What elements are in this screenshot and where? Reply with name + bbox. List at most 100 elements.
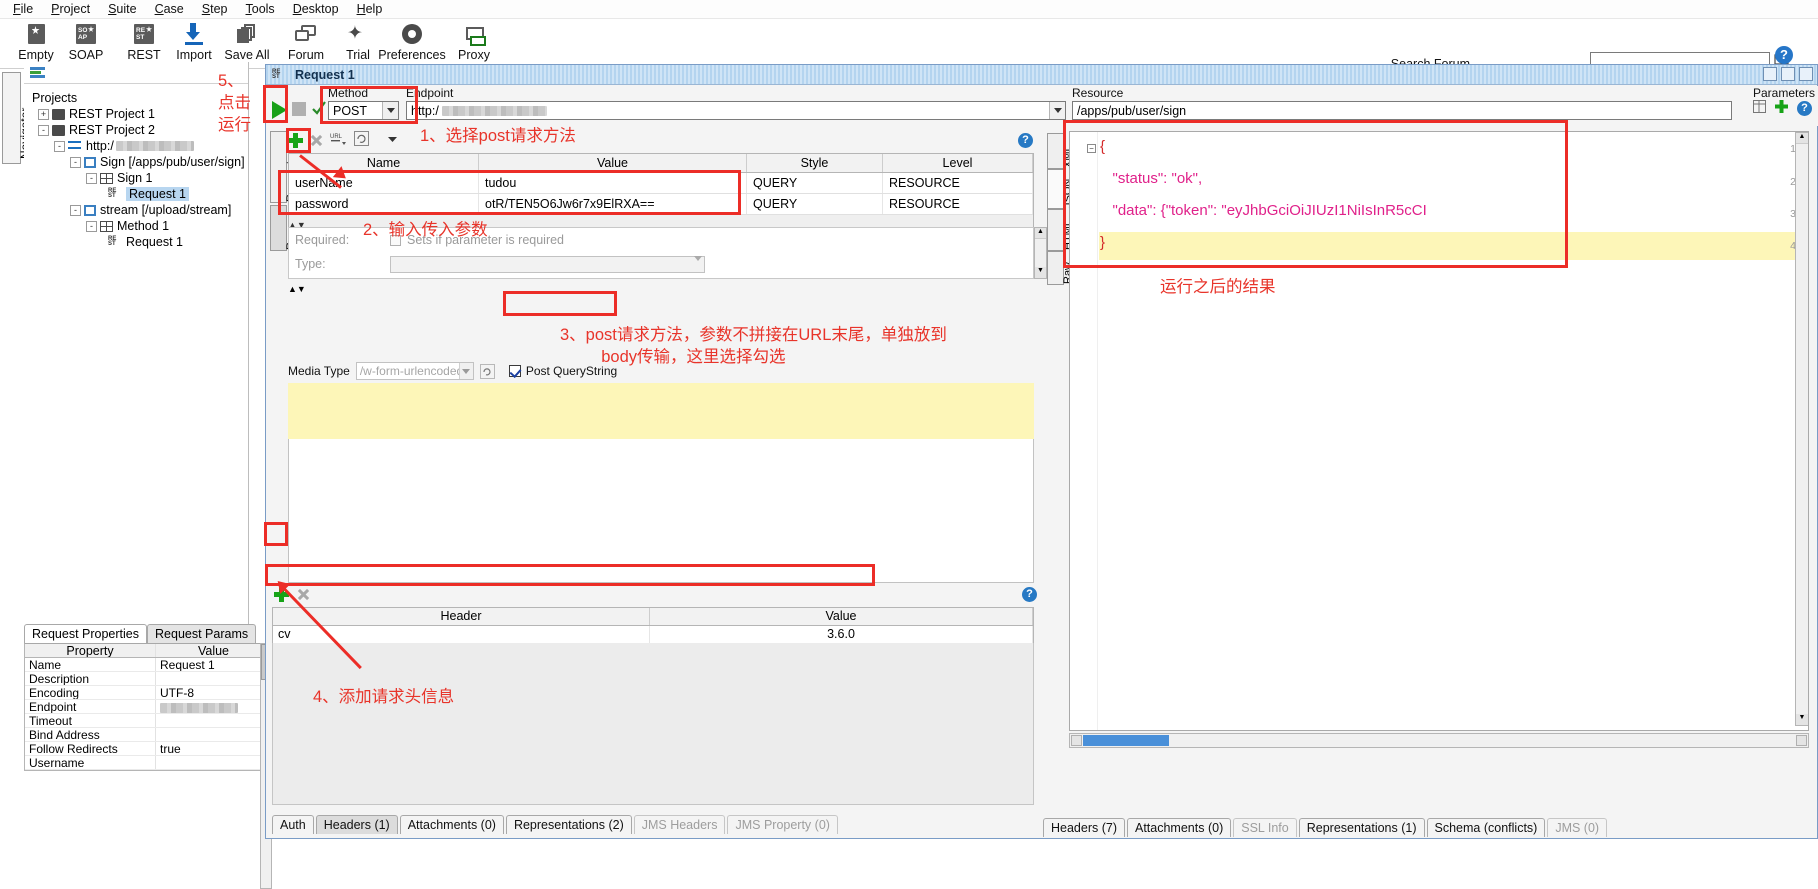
property-value[interactable]: true (156, 742, 271, 755)
fold-toggle-icon[interactable]: − (1087, 144, 1096, 153)
endpoint-combo[interactable]: http:/ (406, 101, 1066, 120)
tab-html[interactable]: HTML (1047, 209, 1074, 251)
param-name[interactable]: password (289, 194, 479, 214)
remove-header-button[interactable] (297, 588, 310, 601)
param-level[interactable]: RESOURCE (883, 194, 1033, 214)
tree-item-rest-project-1[interactable]: + REST Project 1 (30, 106, 248, 122)
tab-auth[interactable]: Auth (272, 815, 314, 834)
navigator-vertical-tab[interactable]: Navigator (2, 72, 32, 164)
tree-item-method-1[interactable]: - Method 1 (30, 218, 248, 234)
tab-response-attachments[interactable]: Attachments (0) (1127, 818, 1232, 837)
table-row[interactable]: password otR/TEN5O6Jw6r7x9ElRXA== QUERY … (289, 194, 1033, 215)
toolbar-save-all-button[interactable]: Save All (213, 21, 281, 67)
tab-request-properties[interactable]: Request Properties (24, 624, 148, 643)
tree-item-rest-project-2[interactable]: - REST Project 2 (30, 122, 248, 138)
tab-headers[interactable]: Headers (1) (315, 815, 398, 834)
property-value[interactable] (156, 714, 271, 727)
refresh-params-icon[interactable] (354, 131, 369, 149)
help-icon[interactable]: ? (1018, 132, 1033, 148)
property-value[interactable] (156, 700, 271, 713)
tree-item-method-sign-1[interactable]: - Sign 1 (30, 170, 248, 186)
tab-representations[interactable]: Representations (2) (505, 815, 632, 834)
menu-item-project[interactable]: Project (42, 0, 99, 18)
param-style[interactable]: QUERY (747, 194, 883, 214)
minimize-window-button[interactable] (1763, 67, 1777, 81)
media-type-select[interactable]: /w-form-urlencoded (355, 362, 474, 380)
property-value[interactable]: Request 1 (156, 658, 271, 671)
stop-request-button[interactable] (292, 102, 306, 116)
method-select[interactable]: POST (328, 101, 399, 120)
expander-icon[interactable]: - (38, 124, 49, 136)
type-select[interactable] (390, 255, 705, 275)
add-parameter-button[interactable] (288, 132, 303, 148)
splitter-upper[interactable]: ▲▼ (288, 217, 1034, 230)
table-row[interactable]: Encoding UTF-8 (25, 686, 271, 700)
menu-item-tools[interactable]: Tools (237, 0, 284, 18)
tab-jms[interactable]: JMS (0) (1547, 818, 1608, 837)
resource-input[interactable]: /apps/pub/user/sign (1072, 101, 1732, 120)
menu-item-step[interactable]: Step (193, 0, 237, 18)
menu-item-suite[interactable]: Suite (99, 0, 146, 18)
table-row[interactable]: userName tudou QUERY RESOURCE (289, 173, 1033, 194)
add-header-button[interactable] (274, 586, 289, 602)
expander-icon[interactable]: - (70, 156, 81, 168)
property-value[interactable] (156, 672, 271, 685)
tree-item-resource-sign[interactable]: - Sign [/apps/pub/user/sign] (30, 154, 248, 170)
table-row[interactable]: Timeout (25, 714, 271, 728)
maximize-window-button[interactable] (1781, 67, 1795, 81)
help-icon[interactable]: ? (1797, 100, 1812, 116)
close-window-button[interactable] (1799, 67, 1813, 81)
table-row[interactable]: Follow Redirects true (25, 742, 271, 756)
params-options-chevron[interactable] (388, 133, 397, 147)
splitter-lower[interactable]: ▲▼ (288, 281, 1034, 294)
tab-schema-conflicts[interactable]: Schema (conflicts) (1426, 818, 1546, 837)
tree-item-request-1-selected[interactable]: RE ST Request 1 (30, 186, 248, 202)
validate-icon[interactable] (311, 100, 327, 117)
tree-item-request-1-stream[interactable]: RE ST Request 1 (30, 234, 248, 250)
table-row[interactable]: Username (25, 756, 271, 770)
expander-icon[interactable]: - (54, 140, 65, 152)
menu-item-desktop[interactable]: Desktop (284, 0, 348, 18)
scroll-right-arrow[interactable] (1796, 735, 1807, 746)
header-value[interactable]: 3.6.0 (650, 626, 1033, 644)
property-value[interactable]: UTF-8 (156, 686, 271, 699)
chevron-down-icon[interactable] (694, 255, 702, 275)
tab-attachments[interactable]: Attachments (0) (399, 815, 504, 834)
tab-response-headers[interactable]: Headers (7) (1043, 818, 1125, 837)
chevron-down-icon[interactable] (382, 102, 398, 119)
tab-xml[interactable]: XML (1047, 133, 1074, 169)
table-row[interactable]: Name Request 1 (25, 658, 271, 672)
response-vertical-scrollbar[interactable]: ▲ ▼ (1795, 132, 1808, 726)
param-style[interactable]: QUERY (747, 173, 883, 193)
chevron-down-icon[interactable] (1049, 102, 1065, 119)
param-name[interactable]: userName (289, 173, 479, 193)
scroll-up-arrow[interactable]: ▲ (1796, 133, 1808, 144)
tab-jms-property[interactable]: JMS Property (0) (727, 815, 838, 834)
property-value[interactable] (156, 756, 271, 769)
refresh-body-icon[interactable] (479, 363, 495, 379)
table-row[interactable]: Description (25, 672, 271, 686)
table-view-icon[interactable] (1753, 100, 1766, 116)
url-encode-icon[interactable]: URL (330, 131, 347, 149)
scroll-left-arrow[interactable] (1071, 735, 1082, 746)
tree-item-resource-stream[interactable]: - stream [/upload/stream] (30, 202, 248, 218)
chevron-down-icon[interactable] (458, 363, 473, 379)
collapse-icon[interactable]: ▲▼ (288, 284, 306, 294)
menu-item-file[interactable]: File (4, 0, 42, 18)
response-horizontal-scrollbar[interactable] (1069, 733, 1809, 748)
required-checkbox[interactable] (390, 234, 401, 246)
post-querystring-checkbox[interactable] (508, 365, 521, 377)
param-level[interactable]: RESOURCE (883, 173, 1033, 193)
post-querystring-control[interactable]: Post QueryString (508, 364, 617, 378)
expander-icon[interactable]: - (70, 204, 81, 216)
table-row[interactable]: Bind Address (25, 728, 271, 742)
tab-raw[interactable]: Raw (1047, 251, 1074, 285)
tab-raw-view[interactable]: Raw (270, 205, 297, 251)
tab-request-view[interactable]: Request (270, 131, 297, 203)
menu-item-case[interactable]: Case (146, 0, 193, 18)
scroll-down-arrow[interactable]: ▼ (1796, 714, 1808, 725)
expander-icon[interactable]: - (86, 220, 97, 232)
run-request-button[interactable] (272, 101, 287, 119)
tab-ssl-info[interactable]: SSL Info (1233, 818, 1297, 837)
scrollbar-thumb[interactable] (1083, 735, 1169, 746)
